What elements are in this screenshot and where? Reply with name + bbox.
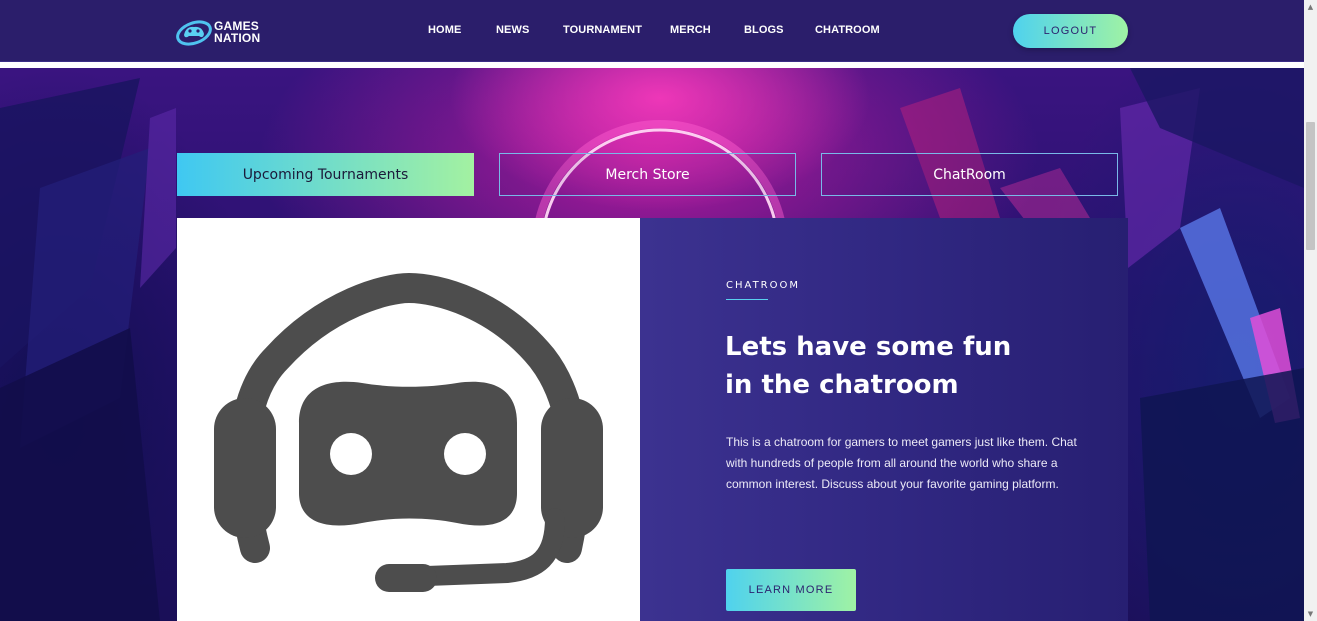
logo-wordmark: GAMES NATION: [214, 20, 264, 44]
nav-merch[interactable]: MERCH: [670, 24, 711, 36]
tab-chatroom[interactable]: ChatRoom: [821, 153, 1118, 196]
learn-more-button[interactable]: LEARN MORE: [726, 569, 856, 611]
headline-line-1: Lets have some fun: [725, 332, 1012, 362]
section-eyebrow: CHATROOM: [726, 280, 800, 291]
nav-news[interactable]: NEWS: [496, 24, 529, 36]
scrollbar-thumb[interactable]: [1306, 122, 1315, 250]
headset-robot-icon: [214, 272, 603, 592]
top-navbar: GAMES NATION HOME NEWS TOURNAMENT MERCH …: [0, 0, 1304, 62]
scroll-up-arrow-icon[interactable]: ▲: [1304, 0, 1317, 14]
page-scrollbar[interactable]: ▲ ▼: [1304, 0, 1317, 621]
tab-merch-store[interactable]: Merch Store: [499, 153, 796, 196]
card-description: This is a chatroom for gamers to meet ga…: [726, 435, 1077, 491]
site-logo[interactable]: GAMES NATION: [176, 17, 266, 49]
logout-button[interactable]: LOGOUT: [1013, 14, 1128, 48]
card-headline: Lets have some fun in the chatroom: [725, 328, 1045, 404]
nav-home[interactable]: HOME: [428, 24, 461, 36]
nav-blogs[interactable]: BLOGS: [744, 24, 784, 36]
tab-upcoming-tournaments[interactable]: Upcoming Tournaments: [177, 153, 474, 196]
logo-line-2: NATION: [214, 31, 261, 45]
card-image-panel: [177, 218, 640, 621]
card-text-panel: CHATROOM Lets have some fun in the chatr…: [640, 218, 1128, 621]
controller-logo-icon: [176, 20, 212, 46]
scroll-down-arrow-icon[interactable]: ▼: [1304, 607, 1317, 621]
nav-tournament[interactable]: TOURNAMENT: [563, 24, 642, 36]
nav-chatroom[interactable]: CHATROOM: [815, 24, 880, 36]
headline-line-2: in the chatroom: [725, 370, 959, 400]
eyebrow-underline: [726, 299, 768, 300]
